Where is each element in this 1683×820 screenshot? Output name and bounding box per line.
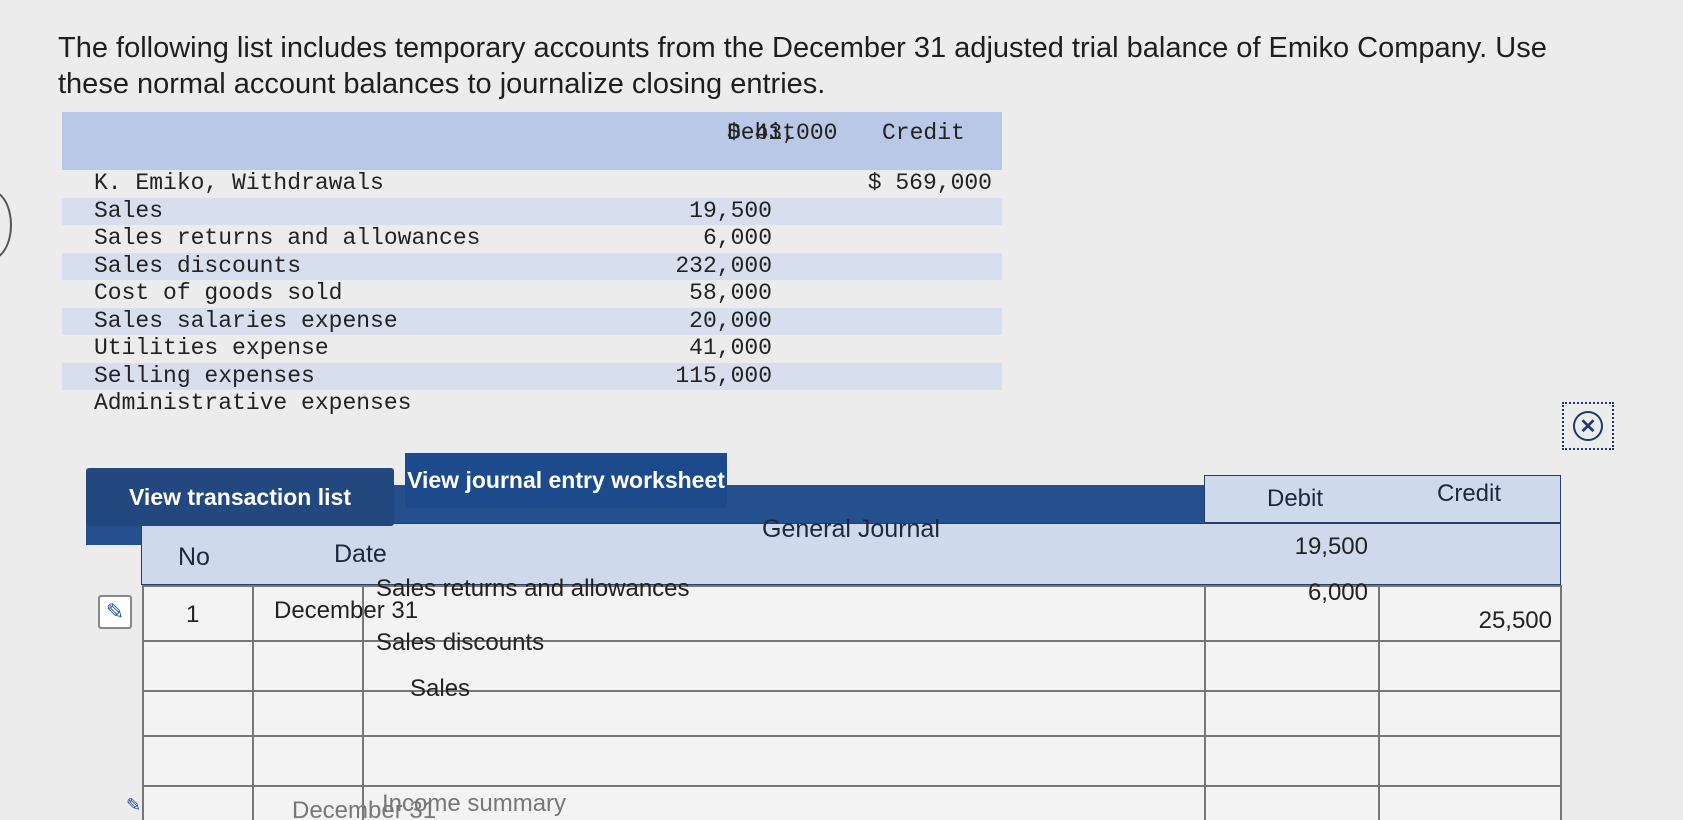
view-transaction-list-button[interactable]: View transaction list <box>86 468 394 526</box>
tb-account: K. Emiko, Withdrawals <box>94 170 384 196</box>
tb-debit: 232,000 <box>675 252 772 279</box>
tb-account: Sales <box>94 197 164 224</box>
tb-header-credit: Credit <box>882 120 965 146</box>
journal-header-credit: Credit <box>1437 480 1502 507</box>
journal-grid: 1 December 31 Sales returns and allowanc… <box>142 533 1562 820</box>
view-journal-entry-worksheet-button[interactable]: View journal entry worksheet <box>405 450 727 508</box>
instructions-text: The following list includes temporary ac… <box>58 32 1547 100</box>
tb-account: Sales discounts <box>94 252 302 279</box>
tb-debit: 6,000 <box>702 225 772 251</box>
pencil-icon[interactable]: ✎ <box>98 595 132 629</box>
tb-account: Sales returns and allowances <box>94 225 481 251</box>
tb-withdrawals-debit: $ 43,000 <box>727 120 838 146</box>
tb-row: Sales salaries expense 20,000 <box>62 307 1002 335</box>
journal-header-general-journal: General Journal <box>762 515 940 543</box>
tb-account: Administrative expenses <box>94 390 412 416</box>
journal-header-date: Date <box>334 540 387 568</box>
journal-header-debit: Debit <box>1267 485 1324 512</box>
journal-debit[interactable]: 19,500 <box>1212 533 1368 561</box>
trial-balance-table: Debit Credit $ 43,000 K. Emiko, Withdraw… <box>62 112 1002 418</box>
tb-credit: $ 569,000 <box>867 170 992 196</box>
general-journal-table: Debit Credit No Date General Journal 1 D… <box>86 475 1562 820</box>
tb-debit: 115,000 <box>675 362 772 389</box>
tb-account: Selling expenses <box>94 362 315 389</box>
journal-account[interactable]: Sales discounts <box>376 629 544 657</box>
journal-debit[interactable]: 6,000 <box>1212 579 1368 607</box>
journal-account[interactable]: Income summary <box>382 790 566 818</box>
tb-debit: 58,000 <box>689 280 772 306</box>
partial-circle-decoration <box>0 190 12 260</box>
tb-debit: 41,000 <box>689 335 772 361</box>
tb-row: Administrative expenses <box>62 390 1002 418</box>
tb-row: Sales returns and allowances 6,000 <box>62 225 1002 253</box>
tb-row: Cost of goods sold 58,000 <box>62 280 1002 308</box>
entry-number: 1 <box>186 601 200 628</box>
journal-credit[interactable]: 25,500 <box>1386 607 1552 635</box>
tb-row: K. Emiko, Withdrawals $ 569,000 <box>62 170 1002 198</box>
tb-row: Utilities expense 41,000 <box>62 335 1002 363</box>
close-icon: ✕ <box>1573 411 1603 441</box>
tb-row: Sales discounts 232,000 <box>62 252 1002 280</box>
tb-debit: 20,000 <box>689 307 772 334</box>
tb-account: Sales salaries expense <box>94 307 398 334</box>
journal-account[interactable]: Sales returns and allowances <box>376 575 690 603</box>
tb-debit: 19,500 <box>689 197 772 224</box>
tb-row: Selling expenses 115,000 <box>62 362 1002 390</box>
tb-account: Utilities expense <box>94 335 329 361</box>
close-button[interactable]: ✕ <box>1562 402 1614 450</box>
journal-header-no: No <box>178 543 210 571</box>
pencil-icon[interactable]: ✎ <box>126 795 146 815</box>
tb-account: Cost of goods sold <box>94 280 343 306</box>
journal-account[interactable]: Sales <box>410 675 470 703</box>
journal-amount-header: Debit Credit <box>1204 475 1561 523</box>
tb-row: Sales 19,500 <box>62 197 1002 225</box>
trial-balance-header: Debit Credit $ 43,000 <box>62 112 1002 170</box>
